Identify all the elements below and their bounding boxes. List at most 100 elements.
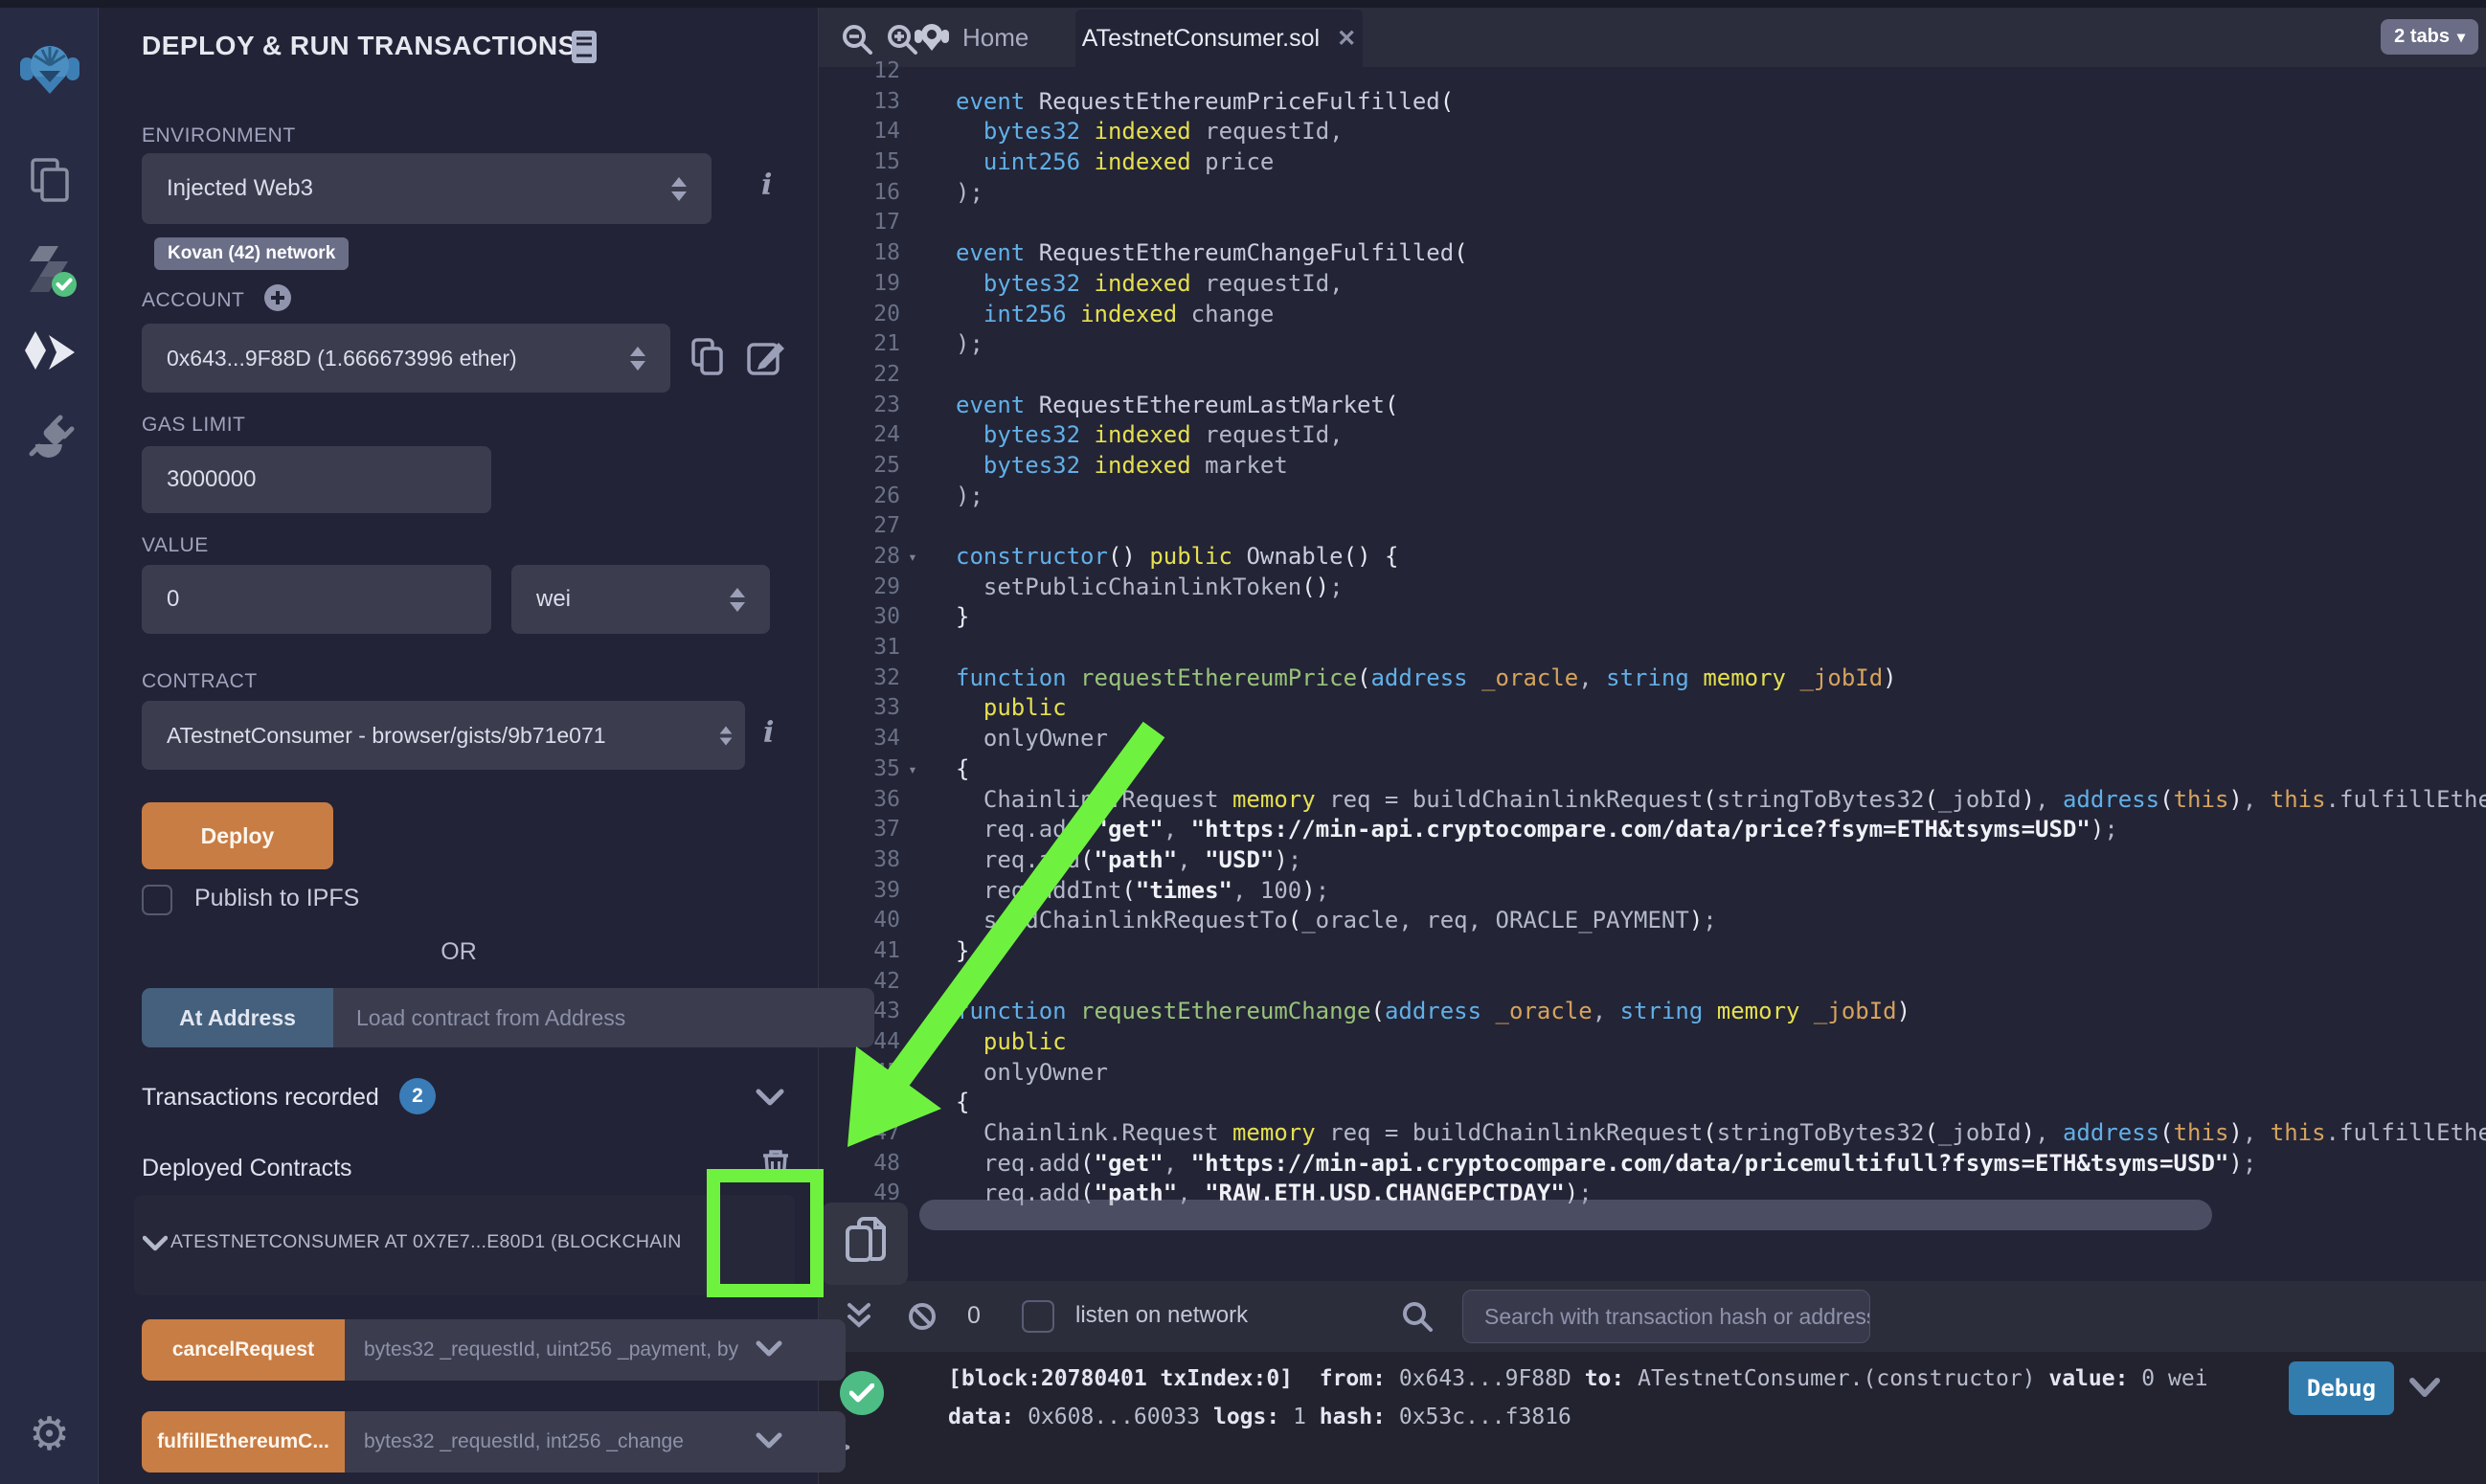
code-line[interactable]: 25 bytes32 indexed market [819,451,2486,482]
remix-logo-icon[interactable] [0,38,99,101]
edit-account-icon[interactable] [746,337,786,377]
fold-marker-icon[interactable]: ▾ [900,754,925,785]
zoom-out-icon[interactable] [841,23,873,56]
line-number: 31 [819,633,900,663]
fold-spacer [900,238,925,269]
code-text [925,967,956,998]
sidebar-item-file-explorer[interactable] [0,156,99,206]
cancel-request-expand-icon[interactable] [756,1340,782,1359]
code-line[interactable]: 28▾constructor() public Ownable() { [819,542,2486,573]
code-line[interactable]: 24 bytes32 indexed requestId, [819,420,2486,451]
code-line[interactable]: 40 sendChainlinkRequestTo(_oracle, req, … [819,906,2486,936]
code-line[interactable]: 44 public [819,1027,2486,1058]
environment-select[interactable]: Injected Web3 [142,153,712,224]
code-line[interactable]: 46{ [819,1088,2486,1118]
code-line[interactable]: 32function requestEthereumPrice(address … [819,663,2486,694]
code-line[interactable]: 18event RequestEthereumChangeFulfilled( [819,238,2486,269]
code-line[interactable]: 31 [819,633,2486,663]
code-line[interactable]: 38 req.add("path", "USD"); [819,845,2486,876]
code-line[interactable]: 30} [819,602,2486,633]
code-line[interactable]: 45 onlyOwner [819,1058,2486,1089]
tab-close-icon[interactable]: ✕ [1337,25,1356,53]
gas-limit-input[interactable]: 3000000 [142,446,491,513]
code-line[interactable]: 15 uint256 indexed price [819,147,2486,178]
debug-button[interactable]: Debug [2289,1361,2394,1415]
transactions-chevron-down-icon[interactable] [756,1088,784,1107]
terminal-expand-icon[interactable] [846,1302,872,1331]
code-line[interactable]: 35▾{ [819,754,2486,785]
code-line[interactable]: 36 Chainlink.Request memory req = buildC… [819,785,2486,816]
value-input[interactable]: 0 [142,565,491,634]
line-number: 13 [819,87,900,118]
line-number: 17 [819,208,900,238]
line-number: 14 [819,117,900,147]
at-address-input[interactable]: Load contract from Address [333,988,874,1047]
code-line[interactable]: 47 Chainlink.Request memory req = buildC… [819,1118,2486,1149]
fold-spacer [900,845,925,876]
contract-info-icon[interactable]: i [763,716,774,750]
listen-network-checkbox[interactable] [1022,1300,1054,1333]
code-line[interactable]: 37 req.add("get", "https://min-api.crypt… [819,815,2486,845]
code-line[interactable]: 33 public [819,693,2486,724]
fold-spacer [900,876,925,907]
instance-chevron-down-icon[interactable] [143,1235,168,1251]
fold-spacer [900,1088,925,1118]
code-line[interactable]: 39 req.addInt("times", 100); [819,876,2486,907]
fold-spacer [900,936,925,967]
horizontal-scrollbar[interactable] [919,1200,2212,1230]
publish-ipfs-checkbox[interactable] [142,885,172,915]
fold-marker-icon[interactable]: ▾ [900,542,925,573]
clear-console-icon[interactable] [907,1301,938,1332]
fold-spacer [900,1118,925,1149]
copy-instance-address-icon[interactable] [844,1216,890,1271]
code-line[interactable]: 23event RequestEthereumLastMarket( [819,391,2486,421]
zoom-in-icon[interactable] [886,23,918,56]
deploy-button[interactable]: Deploy [142,802,333,869]
terminal-toolbar: 0 listen on network Search with transact… [819,1281,2486,1352]
fold-spacer [900,360,925,391]
contract-select[interactable]: ATestnetConsumer - browser/gists/9b71e07… [142,701,745,770]
code-text: ); [925,178,983,209]
environment-info-icon[interactable]: i [761,169,772,202]
code-line[interactable]: 29 setPublicChainlinkToken(); [819,573,2486,603]
settings-gear-icon[interactable]: ⚙ [0,1407,99,1461]
code-text [925,208,956,238]
transaction-log[interactable]: [block:20780401 txIndex:0] from: 0x643..… [948,1360,2208,1436]
sidebar-item-solidity-compiler[interactable] [0,240,99,300]
at-address-button[interactable]: At Address [142,988,333,1047]
code-line[interactable]: 48 req.add("get", "https://min-api.crypt… [819,1149,2486,1180]
cancel-request-button[interactable]: cancelRequest [142,1319,345,1381]
trash-icon[interactable] [759,1147,792,1183]
fulfill-ethereum-button[interactable]: fulfillEthereumC... [142,1411,345,1473]
code-line[interactable]: 19 bytes32 indexed requestId, [819,269,2486,300]
fulfill-ethereum-expand-icon[interactable] [756,1432,782,1450]
code-line[interactable]: 41} [819,936,2486,967]
code-editor[interactable]: 1213event RequestEthereumPriceFulfilled(… [819,56,2486,1252]
code-line[interactable]: 16); [819,178,2486,209]
code-line[interactable]: 20 int256 indexed change [819,300,2486,330]
code-line[interactable]: 27 [819,511,2486,542]
code-line[interactable]: 26); [819,482,2486,512]
account-select[interactable]: 0x643...9F88D (1.666673996 ether) [142,324,670,393]
code-line[interactable]: 17 [819,208,2486,238]
code-line[interactable]: 21); [819,329,2486,360]
log-chevron-down-icon[interactable] [2408,1377,2441,1400]
sidebar-item-deploy-run[interactable] [0,329,99,375]
editor-region: Home ATestnetConsumer.sol ✕ 2 tabs ▾ 121… [819,8,2486,1484]
code-line[interactable]: 43function requestEthereumChange(address… [819,997,2486,1027]
code-line[interactable]: 34 onlyOwner [819,724,2486,754]
code-line[interactable]: 42 [819,967,2486,998]
tabs-overflow-badge[interactable]: 2 tabs ▾ [2381,19,2478,55]
value-unit-select[interactable]: wei [511,565,770,634]
code-line[interactable]: 12 [819,56,2486,87]
sidebar-item-plugin-manager[interactable] [0,410,99,461]
code-line[interactable]: 14 bytes32 indexed requestId, [819,117,2486,147]
line-number: 40 [819,906,900,936]
copy-account-icon[interactable] [690,337,727,377]
add-account-icon[interactable] [263,283,292,312]
line-number: 18 [819,238,900,269]
docs-icon[interactable] [570,29,602,67]
code-line[interactable]: 13event RequestEthereumPriceFulfilled( [819,87,2486,118]
code-line[interactable]: 22 [819,360,2486,391]
terminal-search-input[interactable]: Search with transaction hash or address [1462,1290,1870,1343]
